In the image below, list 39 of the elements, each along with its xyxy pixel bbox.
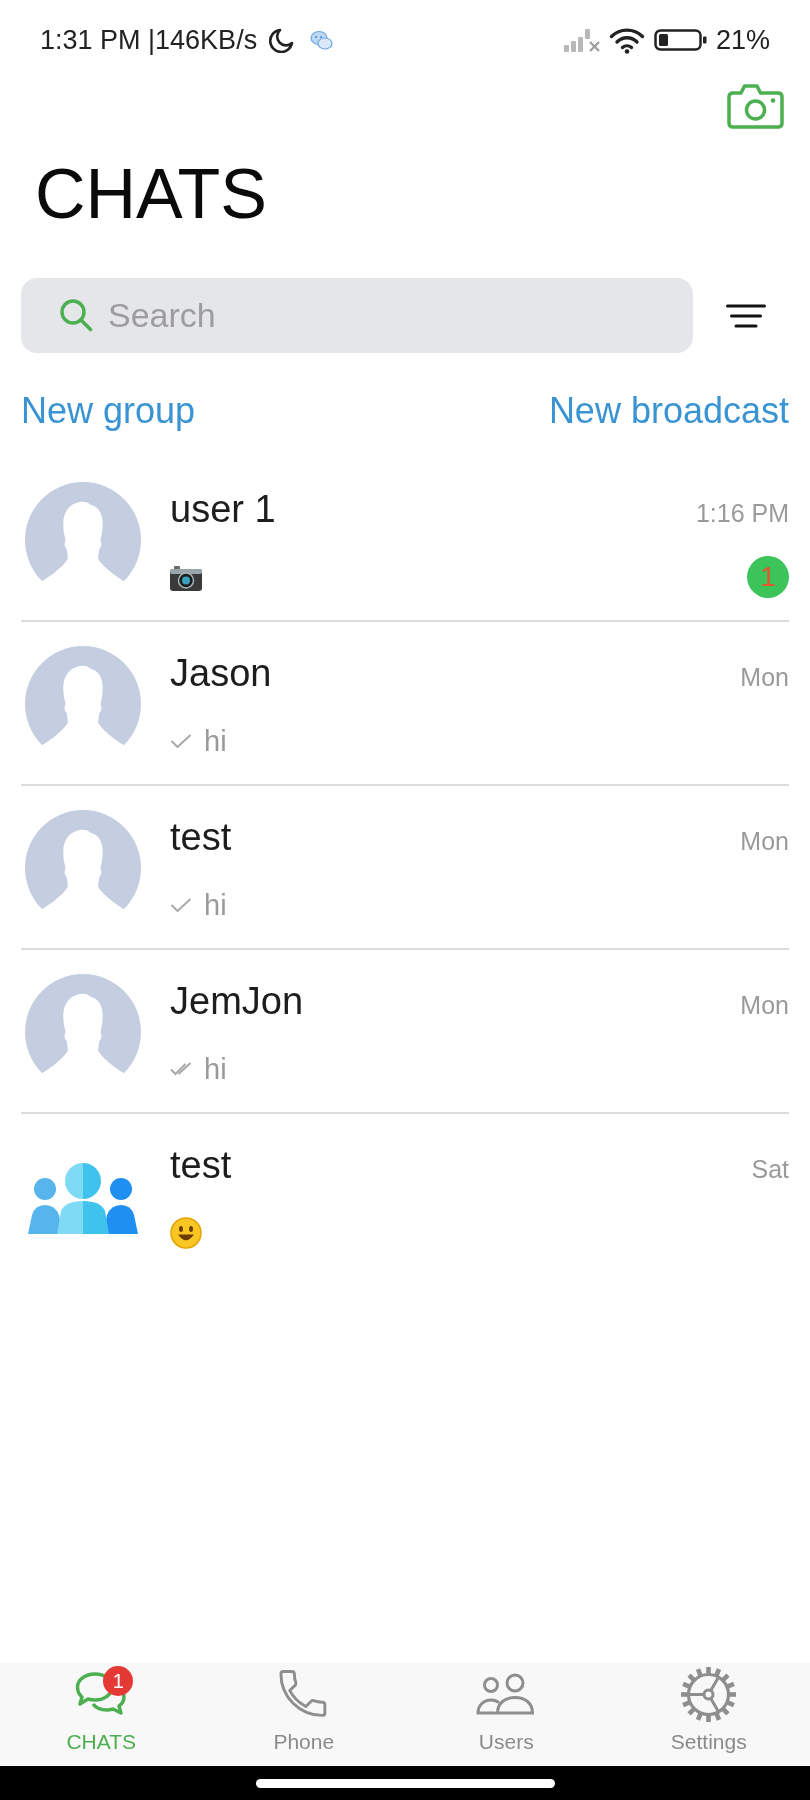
new-broadcast-link[interactable]: New broadcast [548,389,789,433]
nav-tab[interactable]: Phone [202,1663,405,1766]
battery-percent: 21% [715,26,770,54]
message-time: Mon [740,829,789,854]
new-group-link[interactable]: New group [21,389,196,433]
filter-button[interactable] [726,303,766,328]
page-title: CHATS [35,159,268,229]
message-preview: hi [204,1054,227,1084]
chat-bubbles-icon [310,29,334,51]
moon-icon [267,27,295,53]
status-text: 1:31 PM |146KB/s [40,26,258,54]
signal-icon [563,28,600,52]
message-time: Mon [740,993,789,1018]
unread-count-badge: 1 [747,556,789,598]
camera-icon[interactable] [727,83,784,129]
chat-name: Jason [170,651,272,696]
battery-icon [653,29,707,51]
group-avatar-icon [28,1162,138,1234]
message-time: Sat [751,1157,789,1182]
chat-name: user 1 [170,487,276,532]
message-preview: hi [204,726,227,756]
camera-icon [170,563,202,591]
wifi-icon [608,26,645,54]
search-icon [59,298,93,332]
search-field[interactable]: Search [21,278,693,353]
chat-name: JemJon [170,979,304,1024]
notification-badge: 1 [103,1666,134,1696]
chat-name: test [170,815,232,860]
message-time: 1:16 PM [695,501,789,526]
nav-tab[interactable]: 1 CHATS [0,1663,203,1766]
filter-icon [726,303,766,328]
settings-icon [680,1665,738,1723]
nav-tab[interactable]: Settings [607,1663,810,1766]
home-indicator[interactable] [255,1778,555,1788]
smiley-icon [170,1217,202,1249]
message-time: Mon [740,665,789,690]
message-preview: hi [204,890,227,920]
chat-name: test [170,1143,232,1188]
nav-tab[interactable]: Users [405,1663,608,1766]
